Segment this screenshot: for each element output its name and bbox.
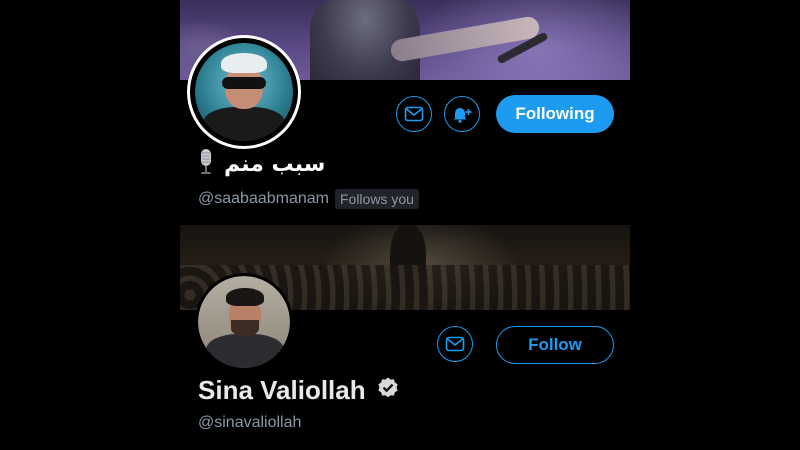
profile-avatar-1[interactable] bbox=[190, 38, 298, 146]
avatar-hair bbox=[226, 288, 264, 306]
profile-handle-1: @saabaabmanam bbox=[198, 190, 329, 207]
avatar-jacket bbox=[206, 334, 284, 368]
avatar-beard bbox=[231, 320, 259, 336]
message-button-2[interactable] bbox=[437, 326, 473, 362]
avatar-hair bbox=[221, 53, 267, 73]
envelope-icon bbox=[445, 336, 465, 352]
notifications-button-1[interactable] bbox=[444, 96, 480, 132]
message-button-1[interactable] bbox=[396, 96, 432, 132]
verified-badge-icon bbox=[376, 376, 400, 405]
profile-handle-2: @sinavaliollah bbox=[198, 414, 302, 431]
avatar-photo bbox=[195, 43, 293, 141]
follows-you-badge: Follows you bbox=[334, 189, 419, 209]
avatar-photo bbox=[198, 276, 290, 368]
profile-name-row-1: سبب منم bbox=[198, 148, 325, 180]
envelope-icon bbox=[404, 106, 424, 122]
profiles-column: Following سبب منم @saabaabmanam Follows … bbox=[180, 0, 630, 450]
follow-button[interactable]: Follow bbox=[496, 326, 614, 364]
profile-handle-row-1: @saabaabmanam Follows you bbox=[198, 188, 419, 210]
profile-display-name-1: سبب منم bbox=[224, 151, 326, 177]
profile-display-name-2: Sina Valiollah bbox=[198, 374, 366, 405]
screen: Following سبب منم @saabaabmanam Follows … bbox=[0, 0, 800, 450]
following-button[interactable]: Following bbox=[496, 95, 614, 133]
profile-avatar-2[interactable] bbox=[198, 276, 290, 368]
bell-plus-icon bbox=[453, 108, 472, 123]
profile-handle-row-2: @sinavaliollah bbox=[198, 412, 301, 434]
microphone-icon bbox=[198, 148, 214, 181]
avatar-sunglasses bbox=[222, 77, 266, 89]
profile-name-row-2: Sina Valiollah bbox=[198, 373, 400, 407]
avatar-shirt bbox=[203, 107, 285, 141]
